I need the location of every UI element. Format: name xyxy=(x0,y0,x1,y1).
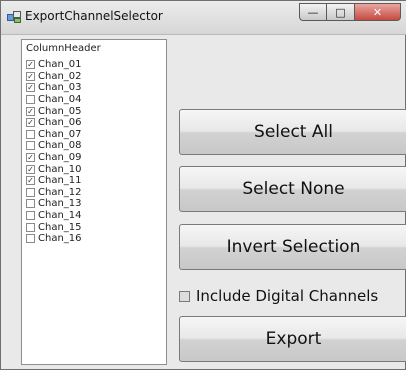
channel-item[interactable]: Chan_07 xyxy=(26,129,82,141)
channel-item[interactable]: ✓ Chan_11 xyxy=(26,175,82,187)
checkmark-icon: ✓ xyxy=(27,118,34,128)
channel-item[interactable]: ✓ Chan_02 xyxy=(26,71,82,83)
maximize-button[interactable]: □ xyxy=(327,3,355,21)
unchecked-checkbox[interactable] xyxy=(26,222,35,232)
channel-item[interactable]: Chan_08 xyxy=(26,140,82,152)
channel-item-label: Chan_11 xyxy=(38,175,82,187)
include-digital-checkbox[interactable] xyxy=(179,290,190,302)
title-bar[interactable]: ExportChannelSelector — □ ✕ xyxy=(1,1,406,35)
channel-item[interactable]: ✓ Chan_03 xyxy=(26,82,82,94)
unchecked-checkbox[interactable] xyxy=(26,211,35,221)
maximize-icon: □ xyxy=(335,5,346,19)
checkmark-icon: ✓ xyxy=(27,164,34,174)
unchecked-checkbox[interactable] xyxy=(26,199,35,209)
channel-item[interactable]: Chan_14 xyxy=(26,210,82,222)
checked-checkbox[interactable]: ✓ xyxy=(26,164,35,174)
channel-item[interactable]: ✓ Chan_01 xyxy=(26,59,82,71)
channel-item[interactable]: ✓ Chan_10 xyxy=(26,163,82,175)
app-icon xyxy=(7,11,21,23)
checkmark-icon: ✓ xyxy=(27,60,34,70)
channel-item-label: Chan_10 xyxy=(38,163,82,175)
unchecked-checkbox[interactable] xyxy=(26,234,35,244)
channel-item-label: Chan_13 xyxy=(38,198,82,210)
channel-item[interactable]: Chan_16 xyxy=(26,233,82,245)
channel-item[interactable]: Chan_12 xyxy=(26,187,82,199)
channel-item-label: Chan_01 xyxy=(38,59,82,71)
unchecked-checkbox[interactable] xyxy=(26,141,35,151)
unchecked-checkbox[interactable] xyxy=(26,95,35,105)
close-icon: ✕ xyxy=(372,5,383,19)
channel-item-label: Chan_05 xyxy=(38,105,82,117)
window-controls: — □ ✕ xyxy=(299,3,401,23)
export-channel-selector-window: ExportChannelSelector — □ ✕ ColumnHeader… xyxy=(0,0,406,370)
channel-item-label: Chan_03 xyxy=(38,82,82,94)
channel-item-label: Chan_16 xyxy=(38,233,82,245)
checkmark-icon: ✓ xyxy=(27,71,34,81)
checked-checkbox[interactable]: ✓ xyxy=(26,153,35,163)
channel-item-label: Chan_02 xyxy=(38,70,82,82)
checkmark-icon: ✓ xyxy=(27,83,34,93)
checked-checkbox[interactable]: ✓ xyxy=(26,118,35,128)
checked-checkbox[interactable]: ✓ xyxy=(26,83,35,93)
window-title: ExportChannelSelector xyxy=(25,9,163,23)
channel-item-label: Chan_14 xyxy=(38,210,82,222)
channel-item-label: Chan_09 xyxy=(38,152,82,164)
minimize-button[interactable]: — xyxy=(299,3,327,21)
channel-item[interactable]: Chan_15 xyxy=(26,221,82,233)
channel-item[interactable]: ✓ Chan_06 xyxy=(26,117,82,129)
checked-checkbox[interactable]: ✓ xyxy=(26,71,35,81)
checked-checkbox[interactable]: ✓ xyxy=(26,176,35,186)
include-digital-label: Include Digital Channels xyxy=(196,287,379,305)
include-digital-channels-option[interactable]: Include Digital Channels xyxy=(179,287,378,305)
minimize-icon: — xyxy=(307,5,319,19)
channel-item[interactable]: ✓ Chan_09 xyxy=(26,152,82,164)
checked-checkbox[interactable]: ✓ xyxy=(26,60,35,70)
column-header: ColumnHeader xyxy=(26,43,101,54)
checkmark-icon: ✓ xyxy=(27,106,34,116)
select-all-button[interactable]: Select All xyxy=(179,109,406,155)
checked-checkbox[interactable]: ✓ xyxy=(26,106,35,116)
channel-item[interactable]: Chan_13 xyxy=(26,198,82,210)
export-button[interactable]: Export xyxy=(179,316,406,362)
checkmark-icon: ✓ xyxy=(27,153,34,163)
channel-item[interactable]: Chan_04 xyxy=(26,94,82,106)
channel-item-label: Chan_07 xyxy=(38,128,82,140)
channel-item-label: Chan_12 xyxy=(38,186,82,198)
channel-item-label: Chan_06 xyxy=(38,117,82,129)
close-button[interactable]: ✕ xyxy=(355,3,401,21)
unchecked-checkbox[interactable] xyxy=(26,129,35,139)
channel-item-label: Chan_15 xyxy=(38,221,82,233)
channel-item-label: Chan_04 xyxy=(38,94,82,106)
channel-item-label: Chan_08 xyxy=(38,140,82,152)
unchecked-checkbox[interactable] xyxy=(26,187,35,197)
invert-selection-button[interactable]: Invert Selection xyxy=(179,224,406,270)
select-none-button[interactable]: Select None xyxy=(179,166,406,212)
channel-item[interactable]: ✓ Chan_05 xyxy=(26,105,82,117)
channel-list-items: ✓ Chan_01 ✓ Chan_02 ✓ Chan_03 Chan_04 ✓ Chan_05 ✓… xyxy=(26,59,82,245)
checkmark-icon: ✓ xyxy=(27,176,34,186)
channel-list[interactable]: ColumnHeader ✓ Chan_01 ✓ Chan_02 ✓ Chan_03 Cha… xyxy=(21,39,167,365)
